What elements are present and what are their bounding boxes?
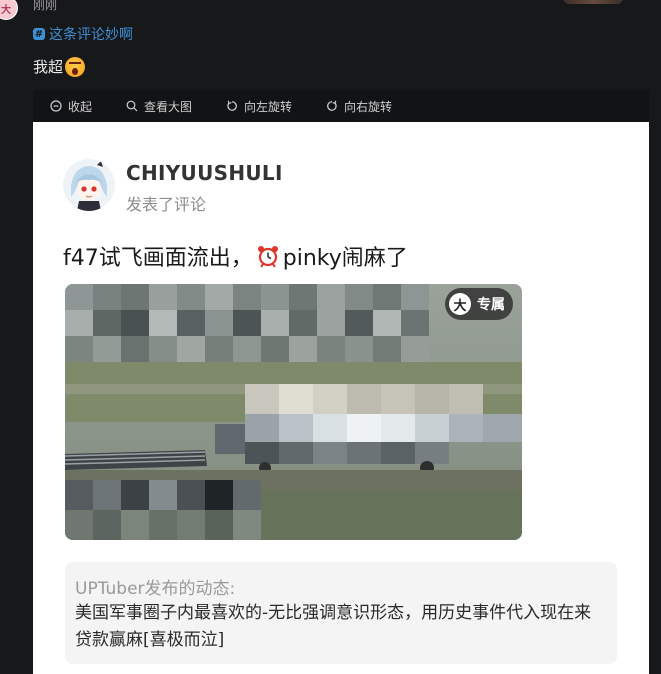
avatar-char: 大 — [1, 4, 11, 16]
rotate-right-label: 向右旋转 — [344, 99, 393, 114]
collapse-label: 收起 — [68, 99, 93, 114]
view-large-label: 查看大图 — [144, 99, 193, 114]
badge-icon: 大 — [449, 293, 471, 315]
rotate-left-label: 向左旋转 — [244, 99, 293, 114]
comment-text: 我超 — [33, 58, 64, 76]
hashtag-icon: # — [33, 28, 45, 40]
post-title-part1: f47试飞画面流出， — [63, 246, 253, 271]
topic-tag-link[interactable]: # 这条评论妙啊 — [33, 24, 133, 44]
thumbnail-image[interactable] — [563, 0, 623, 4]
collapse-button[interactable]: 收起 — [33, 98, 109, 115]
commenter-avatar[interactable]: 大 — [0, 0, 18, 20]
rotate-right-icon — [327, 100, 337, 111]
comment-body: 我超 — [33, 56, 86, 77]
shocked-face-icon — [65, 56, 86, 77]
quoted-post[interactable]: UPTuber发布的动态: 美国军事圈子内最喜欢的-无比强调意识形态，用历史事件… — [65, 562, 617, 664]
exclusive-badge: 大 专属 — [445, 288, 513, 320]
post-title: f47试飞画面流出， pinky闹麻了 — [63, 240, 408, 272]
post-title-part2: pinky闹麻了 — [282, 246, 408, 271]
pixelated-jet-photo[interactable] — [65, 284, 522, 540]
card-subtitle: 发表了评论 — [126, 195, 207, 214]
rotate-left-button[interactable]: 向左旋转 — [209, 98, 309, 115]
search-icon — [126, 100, 138, 112]
comment-username[interactable]: 刚刚 — [33, 0, 57, 13]
topic-tag-label: 这条评论妙啊 — [49, 27, 133, 43]
image-viewer-toolbar: 收起 查看大图 向左旋转 向右旋转 — [33, 90, 649, 122]
view-large-button[interactable]: 查看大图 — [109, 98, 209, 115]
quote-author: UPTuber发布的动态: — [75, 579, 236, 599]
rotate-right-button[interactable]: 向右旋转 — [309, 98, 409, 115]
shared-comment-card[interactable]: CHIYUUSHULI 发表了评论 f47试飞画面流出， pinky闹麻了 大 … — [33, 122, 649, 674]
rotate-left-icon — [227, 100, 237, 111]
minus-circle-icon — [50, 100, 62, 112]
quote-text: 美国军事圈子内最喜欢的-无比强调意识形态，用历史事件代入现在来贷款赢麻[喜极而泣… — [75, 603, 592, 650]
card-username: CHIYUUSHULI — [126, 161, 283, 185]
anime-avatar — [63, 159, 115, 211]
alarm-clock-icon — [257, 246, 278, 268]
badge-label: 专属 — [477, 297, 505, 313]
